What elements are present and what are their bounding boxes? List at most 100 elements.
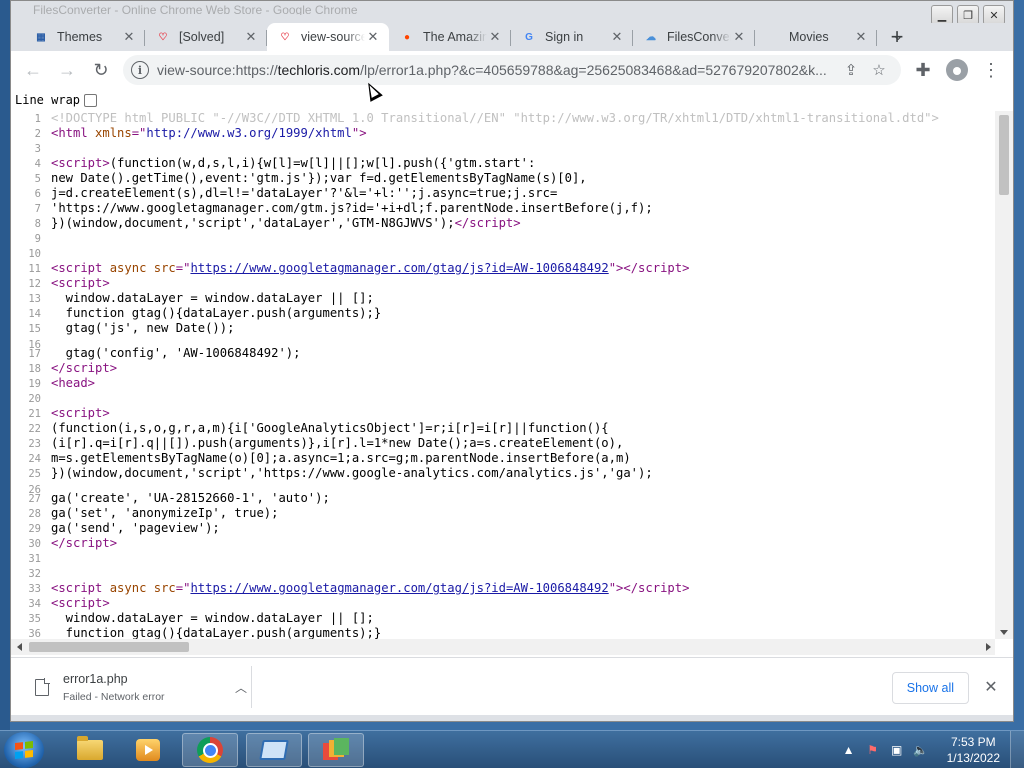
line-wrap-control[interactable]: Line wrap — [15, 93, 98, 107]
line-number: 1 — [34, 113, 41, 125]
tab-close-icon[interactable]: ✕ — [731, 29, 747, 45]
close-shelf-button[interactable]: ✕ — [981, 677, 1001, 697]
chrome-window: FilesConverter - Online Chrome Web Store… — [10, 0, 1014, 722]
tab-3[interactable]: ♡ view-source ✕ — [267, 23, 389, 51]
line-content: })(window,document,'script','dataLayer',… — [51, 216, 521, 230]
line-number: 7 — [34, 203, 41, 215]
avatar-icon — [946, 59, 968, 81]
volume-icon[interactable]: 🔈 — [911, 740, 931, 760]
scroll-right-arrow-icon[interactable] — [986, 643, 991, 651]
close-icon: ✕ — [984, 679, 998, 696]
download-options-button[interactable]: ︿ — [231, 679, 251, 696]
scroll-down-arrow-icon[interactable] — [1000, 630, 1008, 635]
tab-5[interactable]: G Sign in ✕ — [511, 23, 633, 51]
kebab-menu-icon: ⋮ — [982, 59, 1000, 80]
line-content: 'https://www.googletagmanager.com/gtm.js… — [51, 201, 653, 215]
tab-close-icon[interactable]: ✕ — [243, 29, 259, 45]
address-bar[interactable]: i view-source:https://techloris.com/lp/e… — [123, 55, 901, 85]
tab-1[interactable]: ▦ Themes ✕ — [23, 23, 145, 51]
tab-close-icon[interactable]: ✕ — [609, 29, 625, 45]
tab-7[interactable]: Movies ✕ — [755, 23, 877, 51]
tab-2[interactable]: ♡ [Solved] ✕ — [145, 23, 267, 51]
tab-search-button[interactable]: ⌄ — [893, 29, 903, 43]
taskbar-window-app[interactable] — [246, 733, 302, 767]
title-bar[interactable]: FilesConverter - Online Chrome Web Store… — [11, 1, 1013, 25]
show-all-button[interactable]: Show all — [891, 672, 969, 704]
action-center-icon[interactable]: ⚑ — [863, 740, 883, 760]
line-number: 28 — [28, 508, 41, 520]
line-content: <script async src="https://www.googletag… — [51, 581, 690, 595]
profile-button[interactable] — [941, 54, 973, 86]
line-number: 12 — [28, 278, 41, 290]
puzzle-icon: ✚ — [915, 59, 931, 80]
info-icon[interactable]: i — [131, 61, 149, 79]
restore-button[interactable]: ❐ — [957, 5, 979, 25]
network-icon[interactable]: ▣ — [887, 740, 907, 760]
clock[interactable]: 7:53 PM 1/13/2022 — [947, 734, 1000, 766]
line-number: 33 — [28, 583, 41, 595]
line-number: 14 — [28, 308, 41, 320]
line-content: </script> — [51, 536, 118, 550]
share-button[interactable]: ⇪ — [837, 56, 865, 84]
taskbar-chrome[interactable] — [182, 733, 238, 767]
close-icon: ✕ — [989, 9, 999, 22]
scroll-left-arrow-icon[interactable] — [17, 643, 22, 651]
line-number: 21 — [28, 408, 41, 420]
divider — [251, 666, 252, 708]
source-line: 34 <script> — [11, 596, 109, 611]
line-number: 17 — [28, 348, 41, 360]
clock-time: 7:53 PM — [950, 735, 996, 749]
tab-6[interactable]: ☁ FilesConverter✕ — [633, 23, 755, 51]
heart-favicon-icon: ♡ — [158, 31, 168, 43]
chevron-up-icon: ▲ — [842, 743, 855, 757]
taskbar-multi-app[interactable] — [308, 733, 364, 767]
source-line: 23 (i[r].q=i[r].q||[]).push(arguments)},i… — [11, 436, 623, 451]
vertical-scrollbar[interactable] — [995, 111, 1013, 639]
line-number: 6 — [34, 188, 41, 200]
taskbar-media-player[interactable] — [120, 733, 176, 767]
bookmark-button[interactable]: ☆ — [865, 56, 893, 84]
download-filename: error1a.php — [63, 671, 128, 686]
tab-close-icon[interactable]: ✕ — [853, 29, 869, 45]
tab-close-icon[interactable]: ✕ — [365, 29, 381, 45]
download-item[interactable]: error1a.php Failed - Network error ︿ — [25, 666, 251, 708]
tab-title: Movies — [789, 30, 829, 44]
show-desktop-button[interactable] — [1010, 731, 1024, 768]
tab-title: Themes — [57, 30, 103, 44]
close-window-button[interactable]: ✕ — [983, 5, 1005, 25]
blank-favicon-icon — [765, 29, 781, 45]
taskbar: ▲ ⚑ ▣ 🔈 7:53 PM 1/13/2022 — [0, 730, 1024, 768]
horizontal-scroll-thumb[interactable] — [29, 642, 189, 652]
tab-close-icon[interactable]: ✕ — [487, 29, 503, 45]
extensions-button[interactable]: ✚ — [907, 54, 939, 86]
source-line: 20 — [11, 391, 51, 406]
reload-button[interactable]: ↻ — [85, 54, 117, 86]
tab-title: [Solved] — [179, 30, 225, 44]
show-hidden-icons-button[interactable]: ▲ — [839, 740, 859, 760]
themes-favicon-icon: ▦ — [36, 31, 46, 43]
arrow-right-icon: → — [58, 59, 76, 80]
horizontal-scrollbar[interactable] — [11, 639, 995, 655]
line-wrap-checkbox[interactable] — [84, 93, 98, 107]
line-content: <script>(function(w,d,s,l,i){w[l]=w[l]||… — [51, 156, 536, 170]
chevron-down-icon: ⌄ — [892, 29, 903, 43]
line-number: 2 — [34, 128, 41, 140]
line-number: 5 — [34, 173, 41, 185]
source-line: 29 ga('send', 'pageview'); — [11, 521, 219, 536]
taskbar-explorer[interactable] — [62, 733, 118, 767]
tab-4[interactable]: ● The Amazing✕ — [389, 23, 511, 51]
url-host: techloris.com — [277, 62, 361, 78]
tab-close-icon[interactable]: ✕ — [121, 29, 137, 45]
source-line: 6 j=d.createElement(s),dl=l!='dataLayer'?… — [11, 186, 558, 201]
menu-button[interactable]: ⋮ — [975, 54, 1007, 86]
line-content: </script> — [51, 361, 118, 375]
forward-button[interactable]: → — [51, 54, 83, 86]
vertical-scroll-thumb[interactable] — [999, 115, 1009, 195]
line-content: gtag('js', new Date()); — [51, 321, 235, 335]
url-text[interactable]: view-source:https://techloris.com/lp/err… — [157, 62, 837, 78]
back-button[interactable]: ← — [17, 54, 49, 86]
arrow-left-icon: ← — [24, 59, 42, 80]
minimize-button[interactable]: ▁ — [931, 5, 953, 25]
start-button[interactable] — [4, 732, 44, 768]
line-number: 20 — [28, 393, 41, 405]
